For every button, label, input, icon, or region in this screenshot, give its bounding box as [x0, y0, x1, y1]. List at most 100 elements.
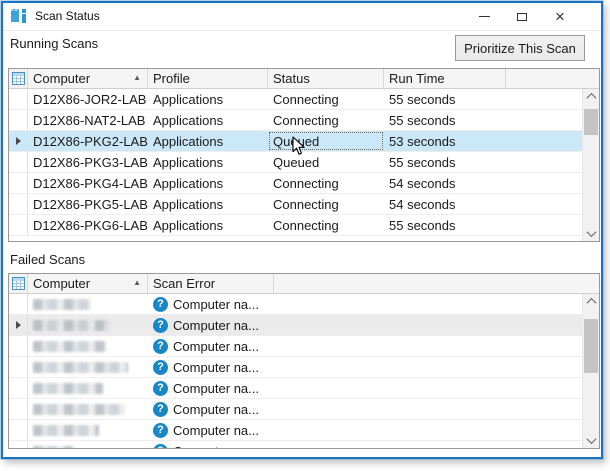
row-selector[interactable] [9, 420, 28, 440]
select-all-corner[interactable] [9, 69, 28, 88]
cell-computer[interactable]: D12X86-PKG4-LAB [28, 173, 148, 193]
cell-status[interactable]: Connecting [268, 110, 384, 130]
cell-runtime[interactable]: 55 seconds [384, 110, 506, 130]
cell-scan-error[interactable]: ?Computer na... [148, 336, 274, 356]
cell-profile[interactable]: Applications [148, 110, 268, 130]
cell-computer-redacted[interactable] [28, 399, 148, 419]
titlebar[interactable]: Scan Status × [3, 3, 601, 31]
chevron-down-icon [586, 227, 596, 237]
cell-computer-redacted[interactable] [28, 441, 148, 448]
scroll-up-button[interactable] [583, 89, 599, 104]
table-row: D12X86-PKG5-LAB Applications Connecting … [9, 194, 582, 215]
cell-scan-error[interactable]: ?Computer na... [148, 441, 274, 448]
row-selector[interactable] [9, 336, 28, 356]
cell-profile[interactable]: Applications [148, 215, 268, 235]
scan-error-text: Computer na... [173, 381, 259, 396]
row-selector[interactable] [9, 131, 28, 151]
cell-computer[interactable]: D12X86-PKG5-LAB [28, 194, 148, 214]
cell-status[interactable]: Connecting [268, 215, 384, 235]
cell-scan-error[interactable]: ?Computer na... [148, 357, 274, 377]
column-header-computer[interactable]: Computer ▲ [28, 274, 148, 293]
column-header-status[interactable]: Status [268, 69, 384, 88]
cell-runtime[interactable]: 55 seconds [384, 89, 506, 109]
prioritize-scan-button[interactable]: Prioritize This Scan [455, 35, 585, 61]
cell-profile[interactable]: Applications [148, 152, 268, 172]
minimize-button[interactable] [465, 3, 503, 30]
failed-scans-header: Computer ▲ Scan Error [9, 274, 599, 294]
scrollbar-thumb[interactable] [584, 319, 598, 373]
redacted-computer-name [33, 383, 103, 394]
column-header-computer[interactable]: Computer ▲ [28, 69, 148, 88]
row-selector[interactable] [9, 357, 28, 377]
cell-profile[interactable]: Applications [148, 89, 268, 109]
chevron-up-icon [586, 298, 596, 308]
cell-scan-error[interactable]: ?Computer na... [148, 399, 274, 419]
cell-status[interactable]: Connecting [268, 194, 384, 214]
cell-runtime[interactable]: 55 seconds [384, 215, 506, 235]
cell-computer-redacted[interactable] [28, 315, 148, 335]
cell-computer-redacted[interactable] [28, 294, 148, 314]
row-selector[interactable] [9, 110, 28, 130]
cell-profile[interactable]: Applications [148, 131, 268, 151]
scan-error-text: Computer na... [173, 444, 259, 449]
scan-error-text: Computer na... [173, 423, 259, 438]
cell-runtime[interactable]: 54 seconds [384, 173, 506, 193]
scroll-down-button[interactable] [583, 433, 599, 448]
row-selector[interactable] [9, 89, 28, 109]
cell-status-focused[interactable]: Queued [268, 131, 384, 151]
cell-scan-error[interactable]: ?Computer na... [148, 420, 274, 440]
cell-profile[interactable]: Applications [148, 173, 268, 193]
cell-scan-error[interactable]: ?Computer na... [148, 294, 274, 314]
row-selector[interactable] [9, 315, 28, 335]
row-selector[interactable] [9, 294, 28, 314]
cell-computer[interactable]: D12X86-NAT2-LAB [28, 110, 148, 130]
row-selector[interactable] [9, 441, 28, 448]
cell-profile[interactable]: Applications [148, 194, 268, 214]
screen: Scan Status × Running Scans Prioritize T… [0, 0, 610, 471]
column-header-profile[interactable]: Profile [148, 69, 268, 88]
cell-scan-error[interactable]: ?Computer na... [148, 315, 274, 335]
cell-computer-redacted[interactable] [28, 357, 148, 377]
cell-computer[interactable]: D12X86-PKG2-LAB [28, 131, 148, 151]
table-row: ?Computer na... [9, 399, 582, 420]
failed-scans-scrollbar[interactable] [582, 294, 599, 448]
row-selector[interactable] [9, 215, 28, 235]
cell-computer-redacted[interactable] [28, 420, 148, 440]
select-all-corner[interactable] [9, 274, 28, 293]
failed-scans-table: Computer ▲ Scan Error ?Computer na... ?C… [8, 273, 600, 449]
chevron-down-icon [586, 434, 596, 444]
maximize-button[interactable] [503, 3, 541, 30]
column-header-scan-error[interactable]: Scan Error [148, 274, 274, 293]
row-selector[interactable] [9, 194, 28, 214]
cell-computer-redacted[interactable] [28, 378, 148, 398]
scroll-down-button[interactable] [583, 226, 599, 241]
row-selector[interactable] [9, 152, 28, 172]
cell-runtime[interactable]: 53 seconds [384, 131, 506, 151]
running-scans-label: Running Scans [10, 36, 98, 51]
row-selector[interactable] [9, 399, 28, 419]
cell-status[interactable]: Connecting [268, 173, 384, 193]
cell-runtime[interactable]: 54 seconds [384, 194, 506, 214]
cell-computer[interactable]: D12X86-PKG3-LAB [28, 152, 148, 172]
close-button[interactable]: × [541, 3, 579, 30]
row-selector[interactable] [9, 378, 28, 398]
cell-runtime[interactable]: 55 seconds [384, 152, 506, 172]
running-scans-scrollbar[interactable] [582, 89, 599, 241]
redacted-computer-name [33, 299, 91, 310]
cell-status[interactable]: Connecting [268, 89, 384, 109]
cell-computer-redacted[interactable] [28, 336, 148, 356]
column-header-filler [274, 274, 599, 293]
scrollbar-thumb[interactable] [584, 109, 598, 135]
cell-scan-error[interactable]: ?Computer na... [148, 378, 274, 398]
column-header-scan-error-label: Scan Error [153, 276, 215, 291]
table-row: ?Computer na... [9, 357, 582, 378]
cell-status[interactable]: Queued [268, 152, 384, 172]
column-header-runtime[interactable]: Run Time [384, 69, 506, 88]
cell-computer[interactable]: D12X86-PKG6-LAB [28, 215, 148, 235]
cell-computer[interactable]: D12X86-JOR2-LAB [28, 89, 148, 109]
scroll-up-button[interactable] [583, 294, 599, 309]
question-mark-icon: ? [153, 318, 168, 333]
scan-error-text: Computer na... [173, 360, 259, 375]
failed-scans-body: ?Computer na... ?Computer na... ?Compute… [9, 294, 582, 448]
row-selector[interactable] [9, 173, 28, 193]
